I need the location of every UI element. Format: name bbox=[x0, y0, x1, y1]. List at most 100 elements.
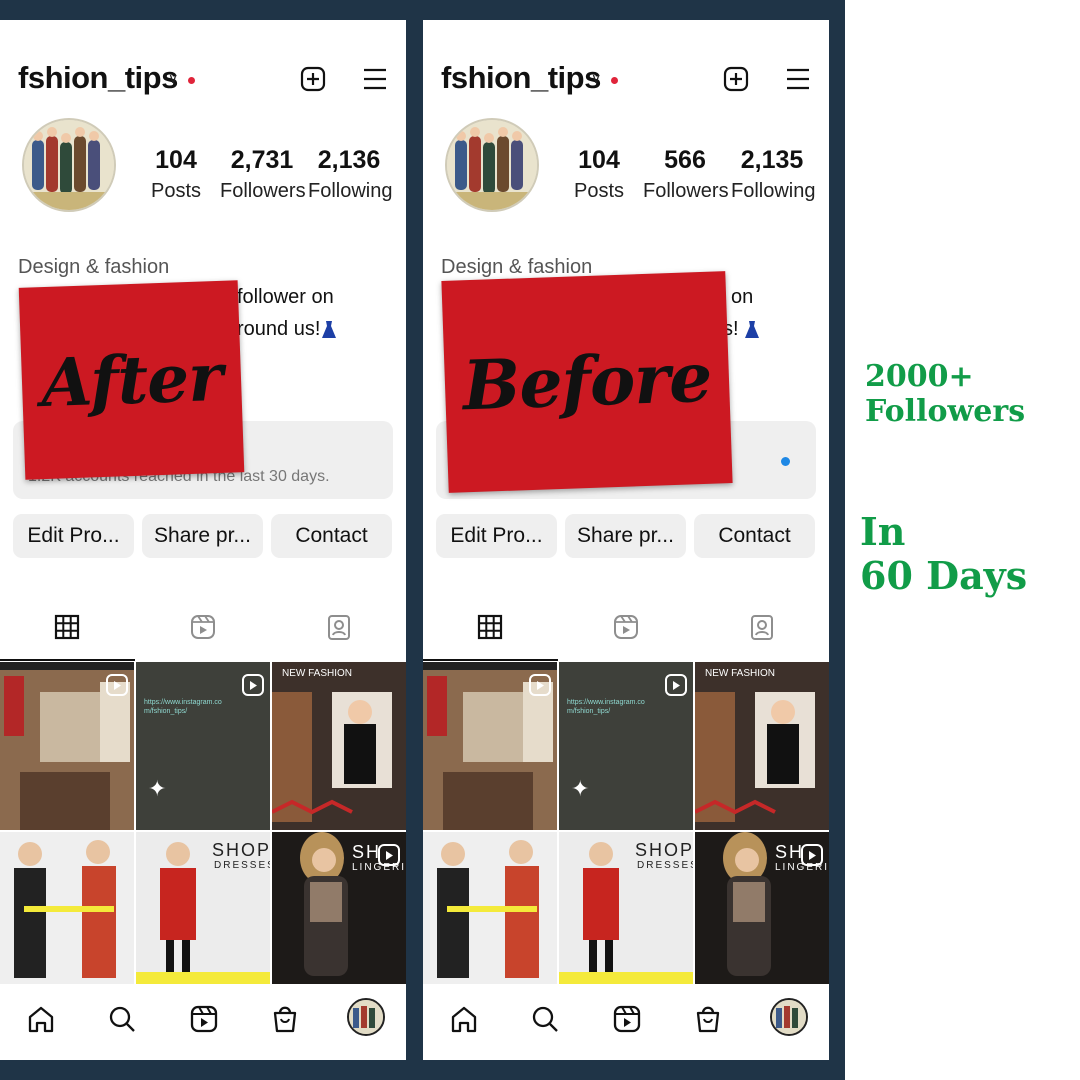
menu-icon[interactable] bbox=[785, 66, 811, 92]
reels-icon[interactable] bbox=[189, 613, 217, 641]
followers-stat[interactable]: 566 Followers bbox=[643, 146, 729, 203]
sparkle-icon: ✦ bbox=[571, 776, 590, 801]
followers-label: Followers bbox=[643, 180, 729, 202]
avatar[interactable] bbox=[22, 118, 116, 212]
post-thumbnail[interactable]: NEW FASHION bbox=[272, 662, 406, 830]
notification-dot bbox=[611, 77, 618, 84]
post-thumbnail[interactable]: https://www.instagram.co m/fshion_tips/ … bbox=[559, 662, 693, 830]
share-profile-button[interactable]: Share pr... bbox=[142, 514, 263, 558]
promo-duration: In 60 Days bbox=[860, 510, 1027, 597]
plus-square-icon[interactable] bbox=[723, 66, 749, 92]
shop-icon[interactable] bbox=[693, 1004, 723, 1034]
bottom-nav bbox=[0, 984, 406, 1060]
notification-blue-dot bbox=[781, 457, 790, 466]
profile-avatar-image bbox=[772, 1000, 806, 1034]
home-icon[interactable] bbox=[449, 1004, 479, 1034]
reel-badge-icon bbox=[801, 844, 823, 866]
profile-avatar[interactable] bbox=[347, 998, 385, 1036]
post-thumbnail[interactable] bbox=[423, 832, 557, 984]
after-sticker-text: After bbox=[39, 337, 224, 423]
search-icon[interactable] bbox=[107, 1004, 137, 1034]
dress-models-image bbox=[0, 832, 134, 984]
avatar[interactable] bbox=[445, 118, 539, 212]
username[interactable]: fshion_tips bbox=[441, 60, 601, 96]
followers-count: 2,731 bbox=[230, 146, 294, 174]
reels-icon[interactable] bbox=[612, 1004, 642, 1034]
reels-icon[interactable] bbox=[189, 1004, 219, 1034]
following-label: Following bbox=[308, 180, 393, 202]
grid-icon[interactable] bbox=[53, 613, 81, 641]
profile-avatar[interactable] bbox=[770, 998, 808, 1036]
post-thumbnail[interactable] bbox=[0, 832, 134, 984]
phone-after: fshion_tips ∨ 104 Posts 2,731 Followers … bbox=[0, 20, 406, 1060]
post-thumbnail[interactable]: SH LINGERIE bbox=[272, 832, 406, 984]
contact-button[interactable]: Contact bbox=[271, 514, 392, 558]
post-thumbnail[interactable] bbox=[423, 662, 557, 830]
post-thumbnail[interactable]: https://www.instagram.co m/fshion_tips/ … bbox=[136, 662, 270, 830]
following-count: 2,135 bbox=[740, 146, 804, 174]
posts-grid: https://www.instagram.co m/fshion_tips/ … bbox=[423, 662, 829, 984]
home-icon[interactable] bbox=[26, 1004, 56, 1034]
tagged-icon[interactable] bbox=[748, 613, 776, 641]
posts-label: Posts bbox=[150, 180, 202, 202]
posts-stat[interactable]: 104 Posts bbox=[150, 146, 202, 203]
post-thumbnail[interactable]: NEW FASHION bbox=[695, 662, 829, 830]
sparkle-icon: ✦ bbox=[148, 776, 167, 801]
new-fashion-label: NEW FASHION bbox=[705, 668, 776, 679]
bio-line-2: round us! bbox=[237, 318, 321, 340]
post-thumbnail[interactable]: SHOP DRESSES bbox=[559, 832, 693, 984]
followers-stat[interactable]: 2,731 Followers bbox=[220, 146, 306, 203]
followers-label: Followers bbox=[220, 180, 306, 202]
chevron-down-icon[interactable]: ∨ bbox=[168, 70, 178, 87]
post-thumbnail[interactable] bbox=[0, 662, 134, 830]
tagged-icon[interactable] bbox=[325, 613, 353, 641]
username[interactable]: fshion_tips bbox=[18, 60, 178, 96]
before-sticker: Before bbox=[441, 271, 733, 493]
posts-stat[interactable]: 104 Posts bbox=[573, 146, 625, 203]
menu-icon[interactable] bbox=[362, 66, 388, 92]
avatar-illustration bbox=[24, 120, 114, 210]
promo-followers-word: Followers bbox=[865, 393, 1026, 429]
bottom-nav bbox=[423, 984, 829, 1060]
plus-square-icon[interactable] bbox=[300, 66, 326, 92]
following-stat[interactable]: 2,136 Following bbox=[308, 146, 393, 203]
post-link-text: https://www.instagram.co m/fshion_tips/ bbox=[567, 699, 645, 715]
chevron-down-icon[interactable]: ∨ bbox=[591, 70, 601, 87]
before-sticker-text: Before bbox=[461, 337, 713, 427]
posts-label: Posts bbox=[573, 180, 625, 202]
followers-count: 566 bbox=[664, 146, 706, 174]
dress-emoji-icon bbox=[322, 321, 336, 338]
reel-badge-icon bbox=[242, 674, 264, 696]
reels-icon[interactable] bbox=[612, 613, 640, 641]
post-thumbnail[interactable]: SHOP DRESSES bbox=[136, 832, 270, 984]
shop-icon[interactable] bbox=[270, 1004, 300, 1034]
posts-count: 104 bbox=[578, 146, 620, 174]
following-stat[interactable]: 2,135 Following bbox=[731, 146, 816, 203]
following-label: Following bbox=[731, 180, 816, 202]
grid-icon[interactable] bbox=[476, 613, 504, 641]
search-icon[interactable] bbox=[530, 1004, 560, 1034]
post-thumbnail[interactable]: SH LINGERIE bbox=[695, 832, 829, 984]
phone-before: fshion_tips ∨ 104 Posts 566 Followers 2,… bbox=[423, 20, 829, 1060]
dress-models-image bbox=[423, 832, 557, 984]
dress-emoji-icon bbox=[745, 321, 759, 338]
shop-label: SHOP bbox=[212, 840, 270, 860]
new-fashion-image bbox=[695, 662, 829, 830]
share-profile-button[interactable]: Share pr... bbox=[565, 514, 686, 558]
avatar-illustration bbox=[447, 120, 537, 210]
edit-profile-button[interactable]: Edit Pro... bbox=[13, 514, 134, 558]
new-fashion-image bbox=[272, 662, 406, 830]
after-sticker: After bbox=[18, 280, 245, 480]
profile-avatar-image bbox=[349, 1000, 383, 1034]
following-count: 2,136 bbox=[317, 146, 381, 174]
top-bar: fshion_tips ∨ bbox=[441, 58, 811, 102]
shop-label: SHOP bbox=[635, 840, 693, 860]
sh-label: SH bbox=[775, 842, 805, 862]
bio-line-1: follower on bbox=[237, 286, 334, 308]
reel-badge-icon bbox=[378, 844, 400, 866]
edit-profile-button[interactable]: Edit Pro... bbox=[436, 514, 557, 558]
reel-badge-icon bbox=[106, 674, 128, 696]
posts-grid: https://www.instagram.co m/fshion_tips/ … bbox=[0, 662, 406, 984]
contact-button[interactable]: Contact bbox=[694, 514, 815, 558]
active-tab-indicator bbox=[0, 659, 135, 661]
